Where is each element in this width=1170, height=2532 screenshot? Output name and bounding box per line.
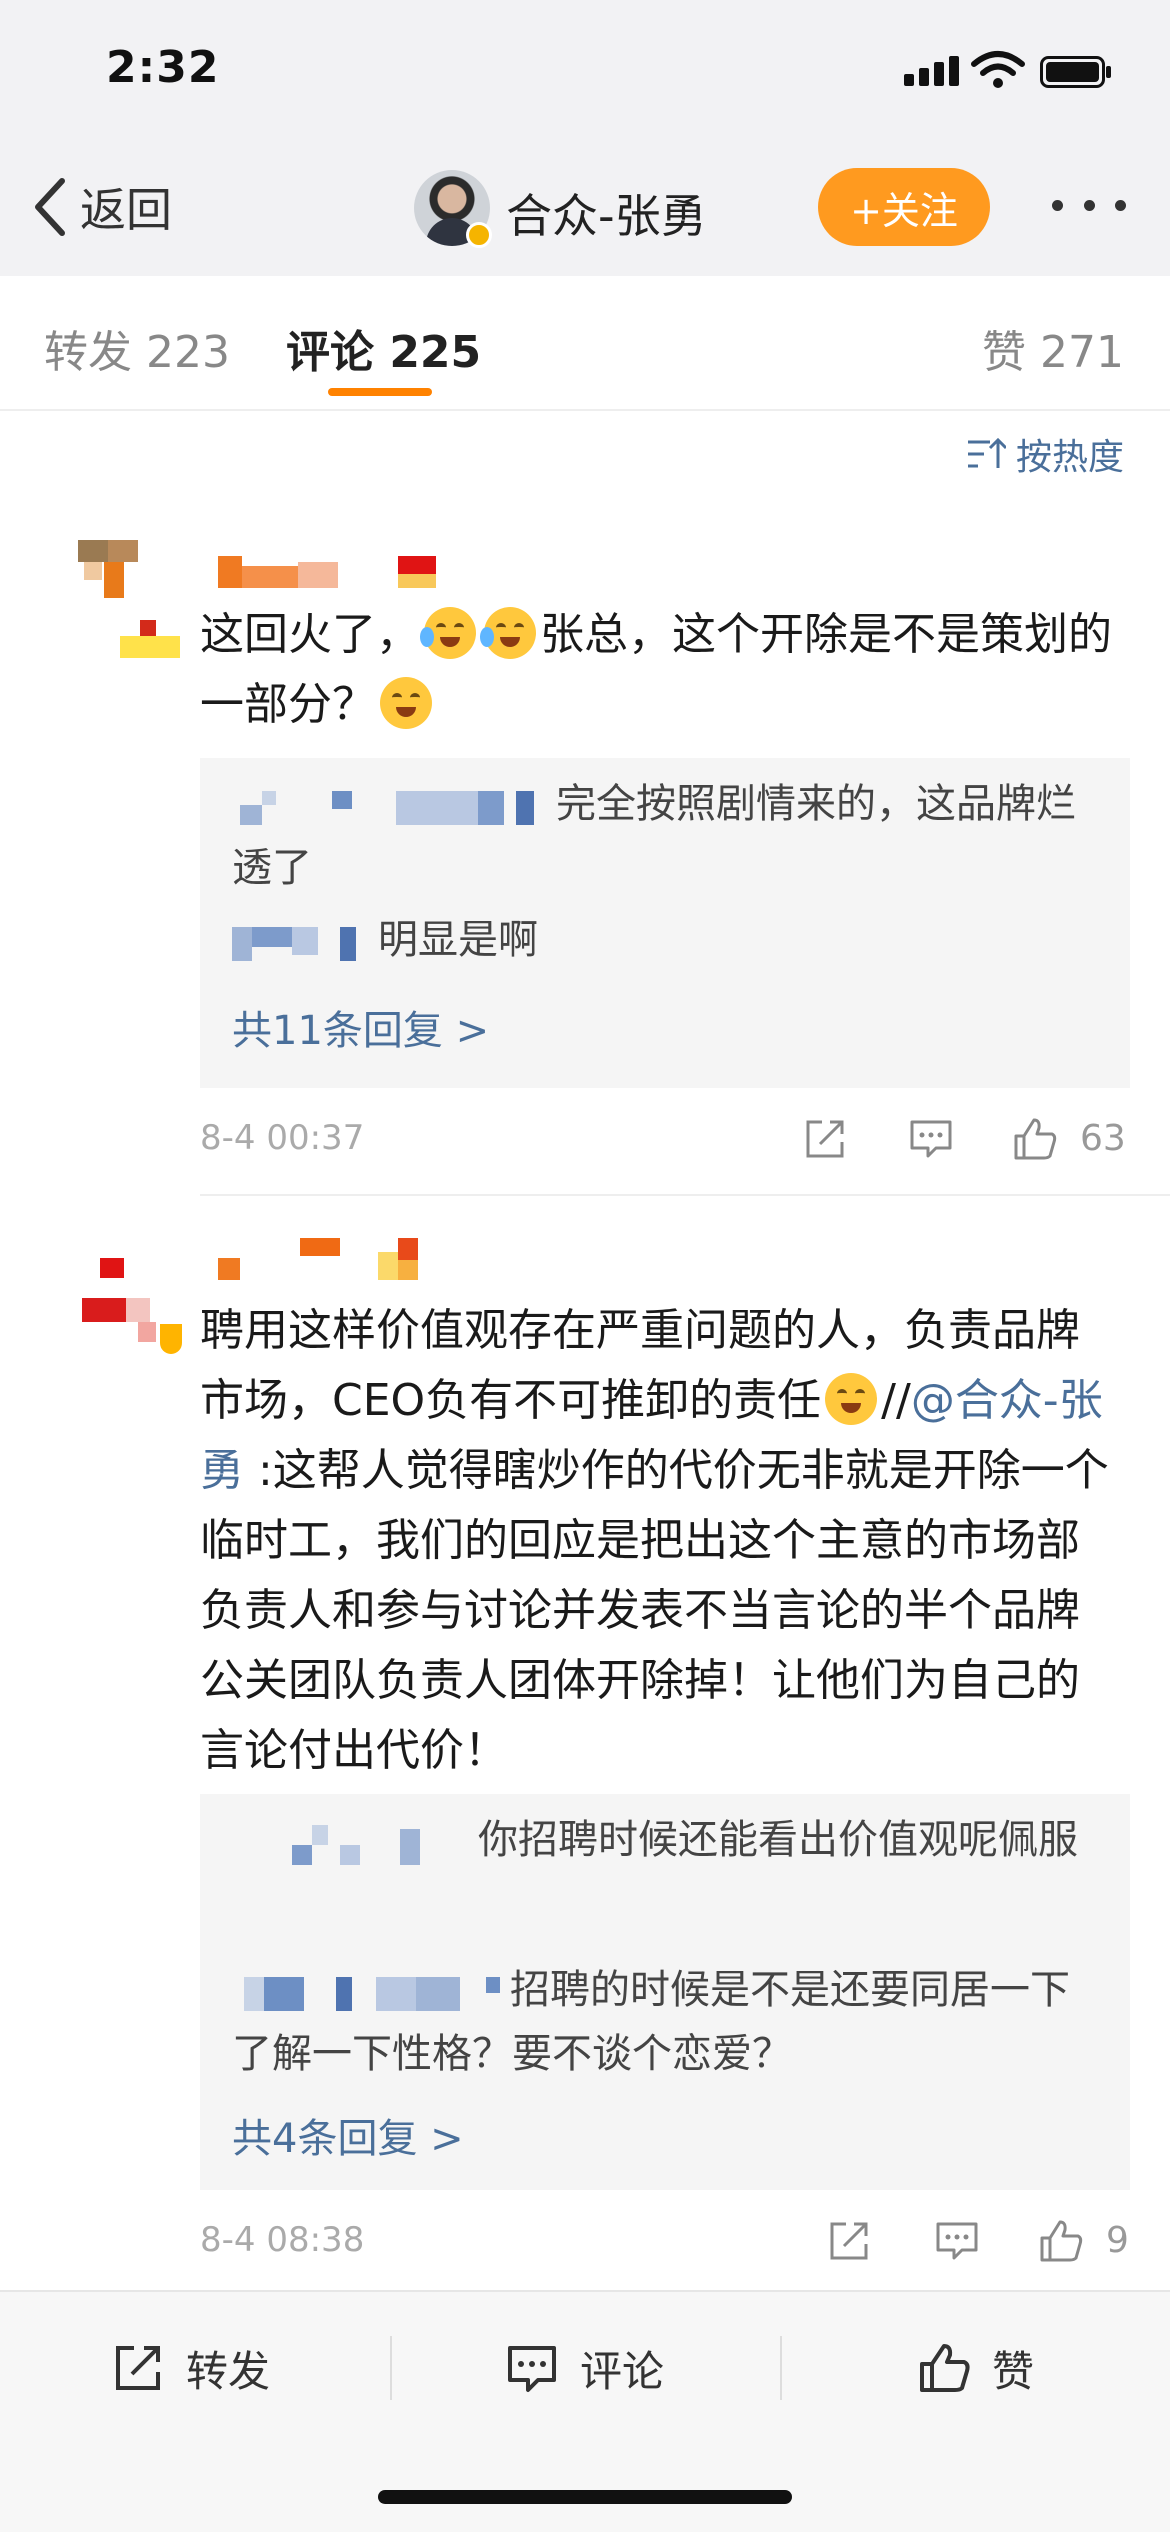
nav-bar: 返回 合众-张勇 +关注 — [0, 140, 1170, 276]
status-bar: 2:32 — [0, 0, 1170, 140]
comment-text: 这回火了， 张总，这个开除是不是策划的一部分？ — [200, 607, 1112, 730]
thumb-up-icon[interactable] — [1012, 1116, 1058, 1162]
sort-label: 按热度 — [1015, 437, 1124, 478]
like-count: 63 — [1080, 1118, 1126, 1159]
reply-box[interactable]: 完全按照剧情来的，这品牌烂透了 明显是啊 共11条回复 > — [200, 758, 1130, 1088]
sort-button[interactable]: 按热度 — [966, 428, 1124, 480]
like-button[interactable]: 赞 — [916, 2328, 1034, 2408]
reply-item[interactable]: 明显是啊 — [232, 908, 1098, 972]
like-count: 9 — [1106, 2220, 1129, 2261]
comment-icon — [508, 2346, 556, 2392]
reply-username[interactable] — [232, 1821, 478, 1865]
chevron-left-icon — [35, 178, 65, 236]
comment-meta: 8-4 00:37 63 — [200, 1112, 1130, 1168]
page-title[interactable]: 合众-张勇 — [506, 180, 707, 246]
tab-bar: 转发 223 评论 225 赞 271 — [0, 276, 1170, 411]
reply-box[interactable]: 你招聘时候还能看出价值观呢佩服 招聘的时候是不是还要同居一下了解一下性格？要不谈… — [200, 1794, 1130, 2190]
more-replies-link[interactable]: 共11条回复 > — [232, 998, 489, 1056]
tab-indicator — [328, 388, 432, 396]
emoji-icon — [480, 607, 536, 659]
emoji-icon — [420, 607, 476, 659]
reply-username[interactable] — [232, 921, 378, 961]
bottom-action-bar: 转发 评论 赞 — [0, 2290, 1170, 2532]
reply-item[interactable]: 招聘的时候是不是还要同居一下了解一下性格？要不谈个恋爱？ — [232, 1958, 1098, 2086]
tab-comments[interactable]: 评论 225 — [286, 316, 481, 380]
tab-forward[interactable]: 转发 223 — [44, 316, 230, 380]
signal-icon — [904, 56, 960, 86]
divider — [780, 2336, 782, 2400]
comment-username[interactable] — [218, 556, 444, 588]
battery-icon — [1040, 56, 1111, 88]
comment-divider — [200, 1194, 1170, 1196]
back-label: 返回 — [80, 183, 172, 237]
comment-avatar[interactable] — [78, 1254, 182, 1374]
more-replies-link[interactable]: 共4条回复 > — [232, 2106, 464, 2164]
reply-username[interactable] — [232, 1971, 510, 2011]
thumb-up-icon — [920, 2344, 970, 2392]
follow-button[interactable]: +关注 — [818, 168, 990, 246]
comment-time: 8-4 00:37 — [200, 1118, 365, 1158]
verified-icon — [466, 222, 492, 248]
share-icon — [116, 2346, 160, 2390]
divider — [390, 2336, 392, 2400]
comment-icon[interactable] — [908, 1116, 954, 1162]
comment-meta: 8-4 08:38 9 — [200, 2214, 1130, 2270]
like-label: 赞 — [992, 2346, 1035, 2396]
reply-username[interactable] — [232, 785, 556, 825]
share-icon[interactable] — [802, 1116, 848, 1162]
emoji-icon — [380, 677, 432, 729]
comment-label: 评论 — [580, 2346, 665, 2396]
reply-item[interactable]: 你招聘时候还能看出价值观呢佩服 — [232, 1808, 1098, 1872]
home-indicator[interactable] — [378, 2490, 792, 2504]
comment-username[interactable] — [218, 1238, 442, 1280]
comment-icon[interactable] — [934, 2218, 980, 2264]
sort-icon — [967, 437, 1006, 468]
comment-avatar[interactable] — [78, 540, 180, 660]
comment-button[interactable]: 评论 — [504, 2328, 664, 2408]
forward-button[interactable]: 转发 — [110, 2328, 270, 2408]
wifi-icon — [971, 51, 1025, 88]
tab-likes[interactable]: 赞 271 — [982, 316, 1124, 380]
comment-time: 8-4 08:38 — [200, 2220, 365, 2260]
emoji-icon — [825, 1373, 878, 1425]
reply-item[interactable]: 完全按照剧情来的，这品牌烂透了 — [232, 772, 1098, 900]
thumb-up-icon[interactable] — [1038, 2218, 1084, 2264]
share-icon[interactable] — [826, 2218, 872, 2264]
more-icon[interactable] — [1052, 190, 1126, 220]
back-button[interactable]: 返回 — [30, 172, 172, 242]
status-time: 2:32 — [106, 42, 220, 93]
forward-label: 转发 — [186, 2346, 271, 2396]
comment-text: 聘用这样价值观存在严重问题的人，负责品牌市场，CEO负有不可推卸的责任//@合众… — [200, 1305, 1109, 1776]
